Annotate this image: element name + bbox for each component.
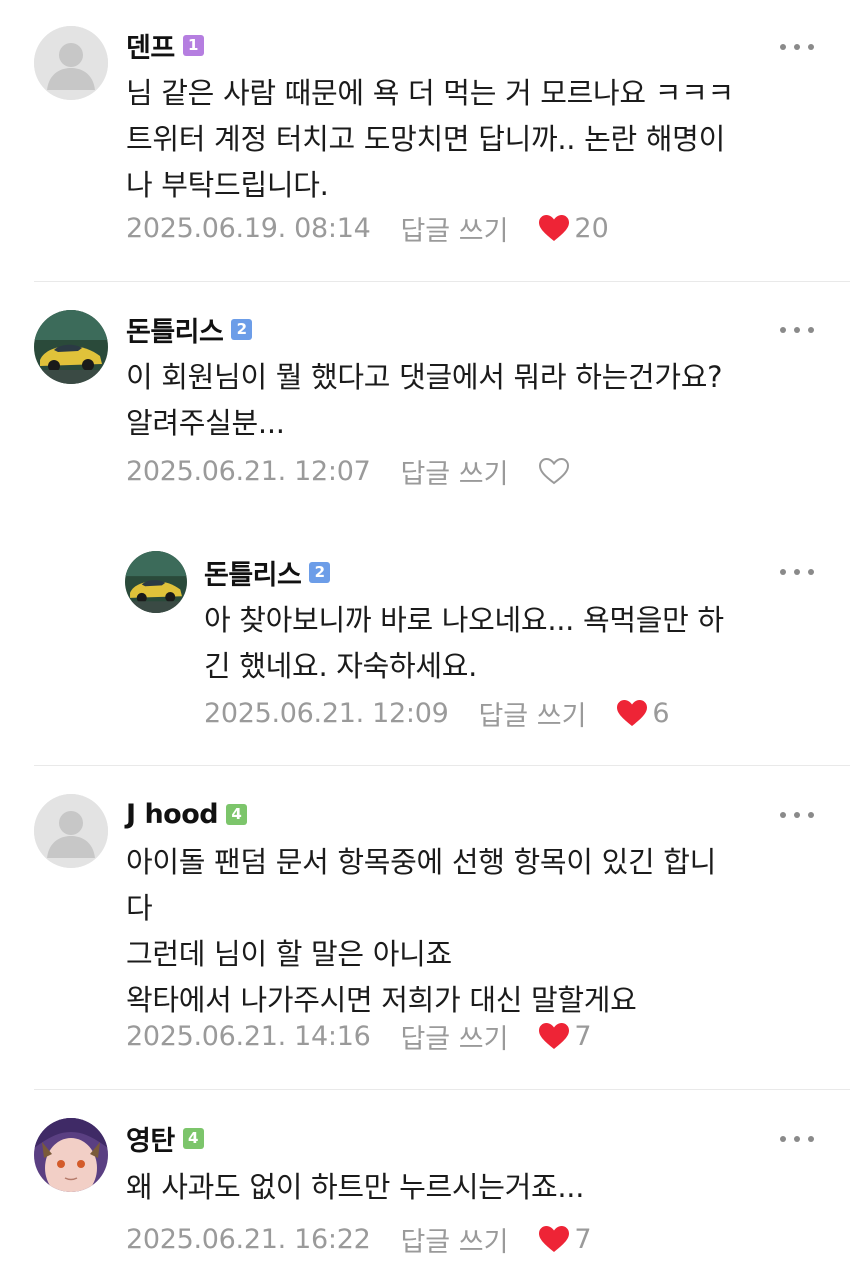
default-user-icon [34, 794, 108, 868]
more-options-icon[interactable] [780, 325, 814, 335]
like-count: 20 [574, 212, 609, 244]
yellow-car-icon [125, 551, 187, 613]
divider [34, 281, 850, 282]
heart-filled-icon [539, 1023, 570, 1049]
avatar[interactable] [125, 551, 187, 613]
author-name[interactable]: J hood [126, 799, 219, 830]
heart-filled-icon [539, 215, 570, 241]
comment-text: 이 회원님이 뭘 했다고 댓글에서 뭐라 하는건가요? 알려주실분... [126, 360, 723, 440]
like-count: 7 [574, 1223, 592, 1255]
avatar[interactable] [34, 310, 108, 384]
like-button[interactable]: 20 [538, 212, 609, 244]
level-badge: 2 [231, 318, 253, 340]
default-user-icon [34, 26, 108, 100]
like-button[interactable]: 6 [616, 697, 670, 729]
comment-text: 아 찾아보니까 바로 나오네요... 욕먹을만 하 긴 했네요. 자숙하세요. [204, 603, 724, 683]
avatar[interactable] [34, 26, 108, 100]
more-options-icon[interactable] [780, 1134, 814, 1144]
author-name[interactable]: 덴프 [126, 26, 175, 65]
avatar[interactable] [34, 794, 108, 868]
reply-button[interactable]: 답글 쓰기 [400, 1220, 508, 1259]
anime-character-icon [34, 1118, 108, 1192]
reply-button[interactable]: 답글 쓰기 [400, 452, 508, 491]
like-count: 7 [574, 1020, 592, 1052]
author-name[interactable]: 영탄 [126, 1119, 175, 1158]
comment-date: 2025.06.21. 12:09 [204, 697, 449, 729]
author-name[interactable]: 돈틀리스 [126, 310, 224, 349]
divider [34, 765, 850, 766]
author-name[interactable]: 돈틀리스 [204, 553, 302, 592]
reply-button[interactable]: 답글 쓰기 [400, 1017, 508, 1056]
yellow-car-icon [34, 310, 108, 384]
more-options-icon[interactable] [780, 567, 814, 577]
comment-date: 2025.06.21. 16:22 [126, 1223, 371, 1255]
level-badge: 4 [226, 803, 248, 825]
like-count: 6 [652, 697, 670, 729]
reply-button[interactable]: 답글 쓰기 [400, 209, 508, 248]
reply-button[interactable]: 답글 쓰기 [478, 694, 586, 733]
level-badge: 2 [309, 561, 331, 583]
avatar[interactable] [34, 1118, 108, 1192]
comment-text: 왜 사과도 없이 하트만 누르시는거죠... [126, 1170, 585, 1204]
comment-date: 2025.06.21. 14:16 [126, 1020, 371, 1052]
like-button[interactable]: 7 [538, 1223, 592, 1255]
heart-outline-icon [539, 457, 570, 485]
comment-date: 2025.06.19. 08:14 [126, 212, 371, 244]
comment-date: 2025.06.21. 12:07 [126, 455, 371, 487]
like-button[interactable]: 7 [538, 1020, 592, 1052]
comment-text: 아이돌 팬덤 문서 항목중에 선행 항목이 있긴 합니 다 그런데 님이 할 말… [126, 845, 717, 1017]
level-badge: 4 [182, 1127, 204, 1149]
more-options-icon[interactable] [780, 810, 814, 820]
heart-filled-icon [617, 700, 648, 726]
comment-text: 님 같은 사람 때문에 욕 더 먹는 거 모르나요 ㅋㅋㅋ 트위터 계정 터치고… [126, 76, 734, 202]
more-options-icon[interactable] [780, 42, 814, 52]
heart-filled-icon [539, 1226, 570, 1252]
divider [34, 1089, 850, 1090]
like-button[interactable] [538, 457, 574, 485]
level-badge: 1 [182, 34, 204, 56]
